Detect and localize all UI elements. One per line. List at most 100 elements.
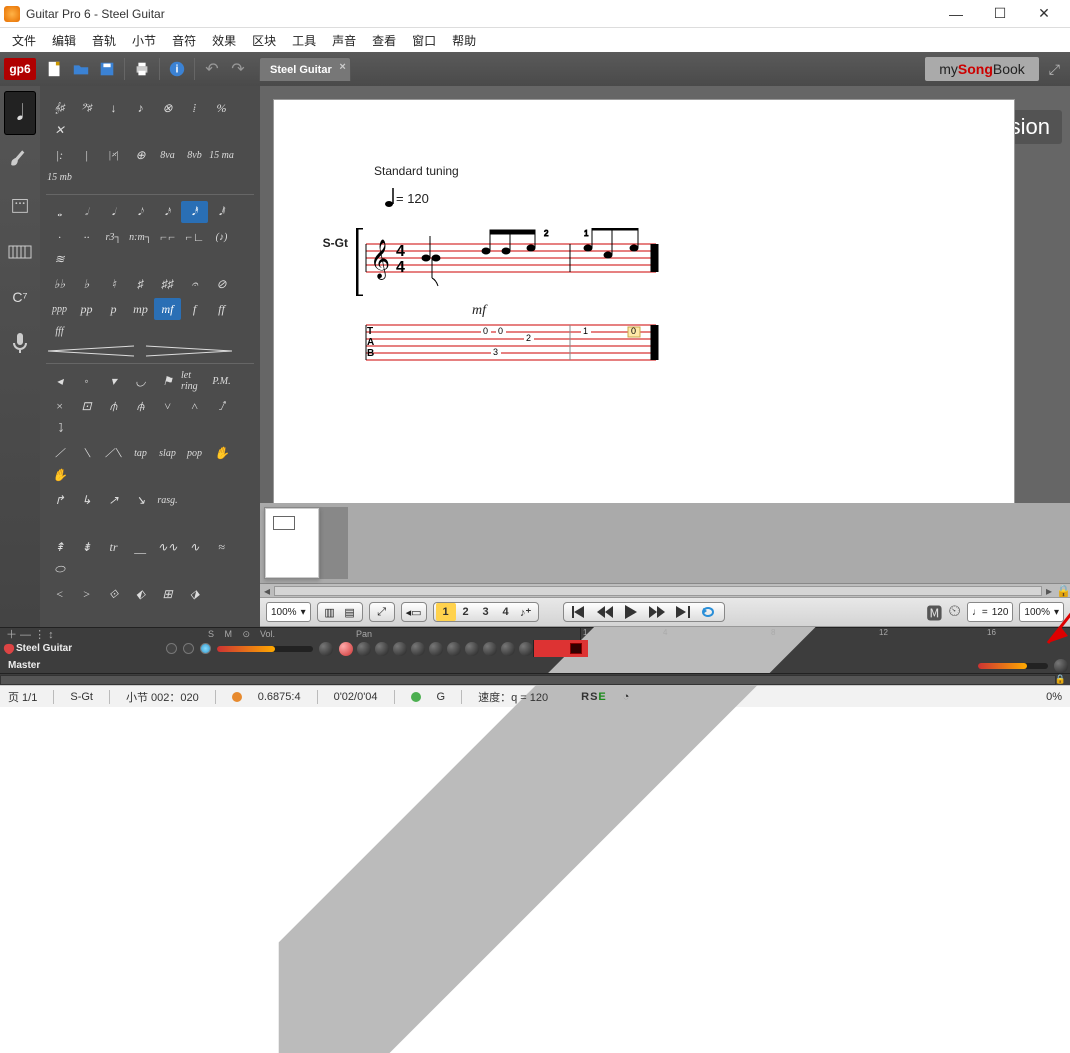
loop-button[interactable] <box>696 603 722 621</box>
menu-sound[interactable]: 声音 <box>324 30 364 51</box>
palette-cell[interactable]: ≋ <box>46 248 73 270</box>
notation-staff[interactable]: 𝄞 4 4 <box>356 228 666 296</box>
palette-cell[interactable]: ⊕ <box>127 144 154 166</box>
palette-cell[interactable]: |𝄎| <box>100 144 127 166</box>
new-file-icon[interactable] <box>42 56 68 82</box>
palette-cell[interactable]: ⬖ <box>127 583 154 605</box>
palette-cell[interactable]: (♪) <box>208 226 235 248</box>
sidebar-guitar-icon[interactable] <box>4 137 36 181</box>
go-end-button[interactable] <box>670 603 696 621</box>
close-button[interactable]: ✕ <box>1022 0 1066 28</box>
menu-track[interactable]: 音轨 <box>84 30 124 51</box>
palette-cell[interactable]: r3┐ <box>100 226 127 248</box>
palette-cell[interactable]: ◦ <box>73 370 100 392</box>
palette-cell[interactable]: ⬭ <box>46 558 73 580</box>
palette-cell[interactable]: 8va <box>154 144 181 166</box>
sidebar-keyboard-icon[interactable] <box>4 229 36 273</box>
palette-cell[interactable]: ▾ <box>100 370 127 392</box>
menu-window[interactable]: 窗口 <box>404 30 444 51</box>
palette-cell[interactable]: ♯ <box>127 273 154 295</box>
palette-cell[interactable]: ⊗ <box>154 97 181 119</box>
menu-tools[interactable]: 工具 <box>284 30 324 51</box>
rse-knob-icon[interactable]: ◔ <box>623 691 630 703</box>
palette-cell[interactable] <box>46 605 73 627</box>
sidebar-note-icon[interactable]: 𝅘𝅥 <box>4 91 36 135</box>
palette-cell[interactable]: ♮ <box>100 273 127 295</box>
sidebar-mic-icon[interactable] <box>4 321 36 365</box>
palette-cell[interactable]: ⫛̶ <box>127 395 154 417</box>
brand-badge[interactable]: gp6 <box>4 58 36 80</box>
palette-cell[interactable]: 𝅘𝅥𝅰 <box>181 201 208 223</box>
score-viewport[interactable]: Standard tuning = 120 S-Gt <box>260 86 1070 503</box>
palette-cell[interactable]: 𝅝 <box>46 201 73 223</box>
lock-icon[interactable]: 🔒 <box>1055 674 1066 685</box>
redo-icon[interactable]: ↷ <box>225 56 251 82</box>
bar-selector[interactable]: 1 2 3 4 ♪⁺ <box>433 602 539 622</box>
menu-block[interactable]: 区块 <box>244 30 284 51</box>
open-file-icon[interactable] <box>68 56 94 82</box>
palette-cell[interactable]: ⫛ <box>100 395 127 417</box>
palette-cell[interactable]: |: <box>46 144 73 166</box>
palette-cell[interactable]: 15 mb <box>46 166 73 188</box>
palette-cell[interactable]: 𝅘𝅥𝅮 <box>127 201 154 223</box>
palette-cell[interactable]: fff <box>46 320 73 342</box>
page-thumbnail-strip[interactable] <box>260 503 1070 583</box>
info-icon[interactable]: i <box>164 56 190 82</box>
menu-help[interactable]: 帮助 <box>444 30 484 51</box>
track-timeline[interactable] <box>533 640 1068 657</box>
minimize-button[interactable]: ― <box>934 0 978 28</box>
palette-cell[interactable]: ♭ <box>73 273 100 295</box>
rewind-button[interactable] <box>592 603 618 621</box>
document-tab[interactable]: Steel Guitar × <box>259 57 351 81</box>
track-row-master[interactable]: Master <box>0 657 1070 674</box>
palette-cell[interactable]: ↳ <box>73 489 100 511</box>
palette-cell[interactable]: ⇞ <box>46 536 73 558</box>
palette-cell[interactable]: 15 ma <box>208 144 235 166</box>
menu-bar-item[interactable]: 小节 <box>124 30 164 51</box>
forward-button[interactable] <box>644 603 670 621</box>
palette-cell[interactable]: ⟋ <box>46 442 73 464</box>
tab-staff[interactable]: T A B 0 0 2 1 0 3 <box>356 319 666 367</box>
palette-cell[interactable]: ⌐⌐ <box>154 226 181 248</box>
palette-cell[interactable]: ppp <box>46 298 73 320</box>
palette-cell[interactable]: 𝅘𝅥 <box>100 201 127 223</box>
crescendo-icon[interactable] <box>46 345 136 357</box>
track-h-scroll[interactable] <box>0 675 1056 685</box>
palette-cell[interactable]: 𝅘𝅥𝅯 <box>154 201 181 223</box>
mysongbook-button[interactable]: mySongBook <box>925 57 1039 81</box>
volume-slider[interactable] <box>217 646 313 652</box>
tempo-field[interactable]: ♩=120 <box>967 602 1014 622</box>
palette-cell[interactable]: ↘ <box>127 489 154 511</box>
sidebar-chord-icon[interactable]: C⁷ <box>4 275 36 319</box>
palette-cell[interactable]: > <box>73 583 100 605</box>
palette-cell[interactable]: mp <box>127 298 154 320</box>
palette-cell[interactable]: | <box>73 144 100 166</box>
palette-cell[interactable] <box>46 511 73 533</box>
tab-close-icon[interactable]: × <box>339 61 345 73</box>
palette-cell[interactable]: ♪ <box>127 97 154 119</box>
palette-cell[interactable]: ◂ <box>46 370 73 392</box>
palette-cell[interactable]: ⟋⟍ <box>100 442 127 464</box>
palette-cell[interactable]: ⁞ <box>181 97 208 119</box>
page-thumbnail[interactable] <box>264 507 320 579</box>
play-button[interactable] <box>618 603 644 621</box>
maximize-button[interactable]: ☐ <box>978 0 1022 28</box>
palette-cell[interactable]: < <box>46 583 73 605</box>
menu-note[interactable]: 音符 <box>164 30 204 51</box>
palette-cell[interactable]: tap <box>127 442 154 464</box>
track-row-1[interactable]: Steel Guitar <box>0 640 1070 657</box>
palette-cell[interactable]: × <box>46 395 73 417</box>
palette-cell[interactable]: ↱ <box>46 489 73 511</box>
palette-cell[interactable]: ⌐∟ <box>181 226 208 248</box>
palette-cell[interactable]: ·· <box>73 226 100 248</box>
menu-file[interactable]: 文件 <box>4 30 44 51</box>
print-icon[interactable] <box>129 56 155 82</box>
menu-edit[interactable]: 编辑 <box>44 30 84 51</box>
zoom-combo-2[interactable]: 100%▾ <box>1019 602 1064 622</box>
palette-cell[interactable]: 𝅘𝅥𝅱 <box>208 201 235 223</box>
palette-cell[interactable]: ⇟ <box>73 536 100 558</box>
h-scrollbar[interactable]: ◂ ▸ 🔒 <box>260 583 1070 597</box>
palette-cell[interactable]: % <box>208 97 235 119</box>
palette-cell[interactable]: ↗ <box>100 489 127 511</box>
palette-cell[interactable]: 𝄞♯ <box>46 97 73 119</box>
